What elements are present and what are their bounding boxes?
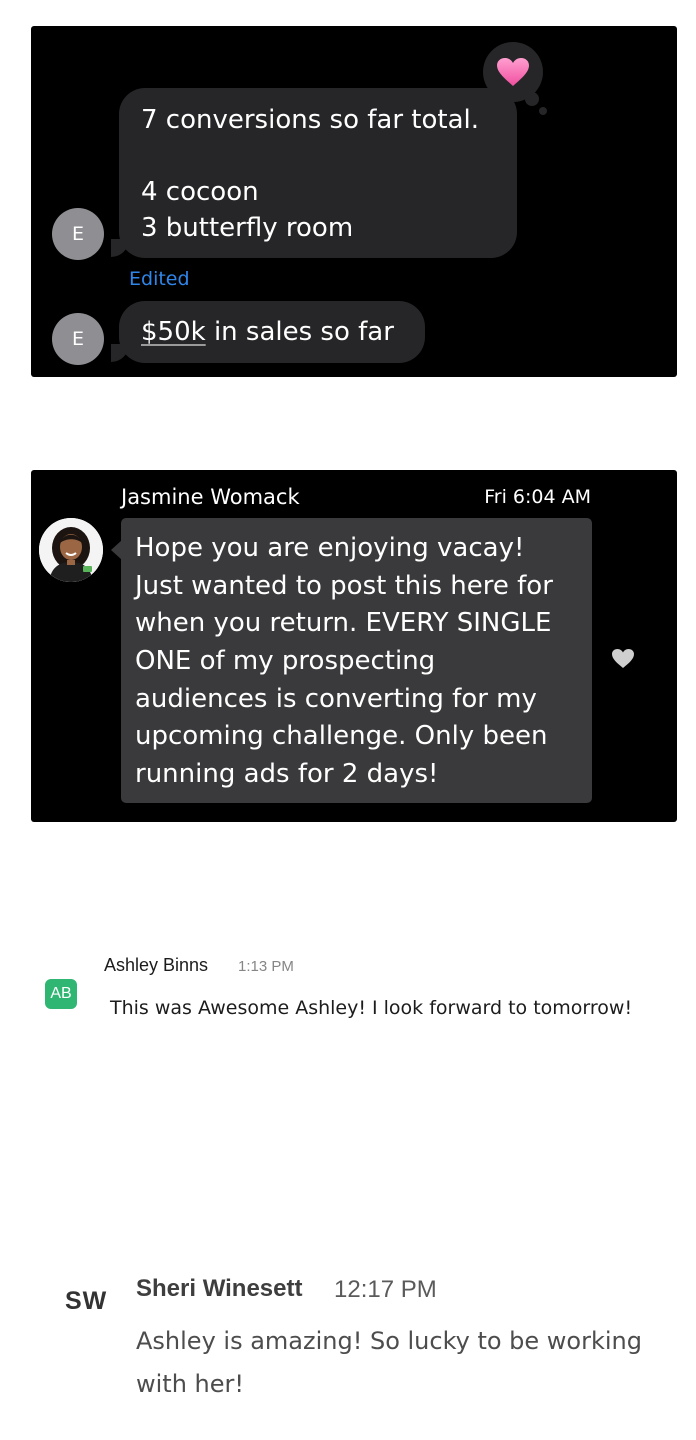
message-line: running ads for 2 days! [135,759,439,790]
reaction-bubble-dot-small [539,107,547,115]
message-line: Just wanted to post this here for [135,570,553,601]
sender-name[interactable]: Jasmine Womack [121,485,300,509]
message-text: in sales so far [205,317,394,347]
reaction-bubble-dot [525,92,539,106]
heart-icon[interactable] [611,648,635,669]
message-line [141,138,495,174]
avatar-initials: AB [50,985,72,1002]
imessage-panel: 7 conversions so far total. 4 cocoon 3 b… [31,26,677,377]
jasmine-message-panel: Jasmine Womack Fri 6:04 AM Hope you are … [31,470,677,822]
message-line: 4 cocoon [141,177,259,207]
avatar[interactable]: AB [45,979,77,1009]
bubble-tail [111,344,129,362]
message-line: Hope you are enjoying vacay! [135,533,525,563]
sender-name[interactable]: Ashley Binns [104,955,208,976]
avatar-initial: E [71,223,84,245]
message-line: audiences is converting for my [135,683,537,714]
message-line: when you return. EVERY SINGLE [135,608,552,639]
message-line: upcoming challenge. Only been [135,721,548,752]
message-line: 3 butterfly room [141,213,354,243]
avatar-initial: E [71,328,84,350]
message-line: ONE of my prospecting [135,646,436,677]
message-timestamp: Fri 6:04 AM [484,486,591,508]
bubble-tail [111,239,129,257]
avatar[interactable]: E [52,313,104,365]
edited-label[interactable]: Edited [129,268,190,290]
message-timestamp: 12:17 PM [334,1276,437,1303]
avatar[interactable] [39,518,103,582]
avatar[interactable]: E [52,208,104,260]
message-bubble[interactable]: Hope you are enjoying vacay! Just wanted… [121,518,592,803]
message-bubble-conversions[interactable]: 7 conversions so far total. 4 cocoon 3 b… [119,88,517,258]
heart-reaction-icon [497,58,529,86]
profile-photo-icon [39,518,103,582]
message-timestamp: 1:13 PM [238,958,294,975]
message-line: 7 conversions so far total. [141,105,479,135]
amount-link[interactable]: $50k [141,317,206,347]
message-text: Ashley is amazing! So lucky to be workin… [136,1327,642,1398]
avatar-initials[interactable]: SW [65,1287,107,1316]
message-bubble-sales[interactable]: $50k in sales so far [119,301,425,363]
sender-name[interactable]: Sheri Winesett [136,1275,303,1303]
message-text: This was Awesome Ashley! I look forward … [110,997,633,1019]
